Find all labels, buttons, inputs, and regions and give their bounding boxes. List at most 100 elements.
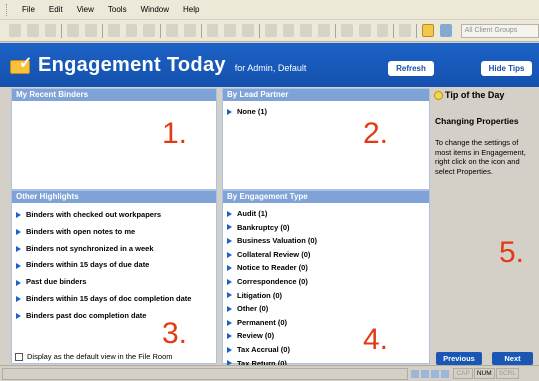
user-icon[interactable] [358,24,371,37]
engagement-type-item[interactable]: Collateral Review (0) [227,248,429,262]
lock-icon[interactable] [376,24,389,37]
engagement-type-item[interactable]: Correspondence (0) [227,275,429,289]
highlight-item[interactable]: Binders with open notes to me [16,224,216,241]
next-tip-button[interactable]: Next [492,352,533,365]
highlight-item[interactable]: Past due binders [16,274,216,291]
arrow-right-icon [227,251,232,258]
preview-icon[interactable] [85,24,97,37]
undo-icon[interactable] [166,24,178,37]
highlight-item[interactable]: Binders within 15 days of doc completion… [16,291,216,308]
lightbulb-icon [434,90,443,100]
arrow-right-icon [227,333,232,340]
other-highlights-header: Other Highlights [12,191,216,203]
workpaper-icon[interactable] [242,24,254,37]
engagement-type-item[interactable]: Permanent (0) [227,316,429,330]
cut-icon[interactable] [107,24,120,37]
engagement-type-item[interactable]: Review (0) [227,329,429,343]
refresh-button[interactable]: Refresh [388,61,434,76]
menu-help[interactable]: Help [176,5,206,14]
default-view-checkbox[interactable]: Display as the default view in the File … [15,352,173,361]
menu-tools[interactable]: Tools [101,5,134,14]
arrow-right-icon [16,245,21,252]
arrow-right-icon [227,292,232,299]
previous-tip-button[interactable]: Previous [436,352,482,365]
tip-of-the-day-panel: Tip of the Day Changing Properties To ch… [431,88,539,365]
default-view-label: Display as the default view in the File … [27,352,173,361]
checkbox-box[interactable] [15,352,23,361]
arrow-right-icon [16,262,21,269]
menu-file[interactable]: File [15,5,42,14]
menu-window[interactable]: Window [134,5,176,14]
engagement-type-item[interactable]: Tax Accrual (0) [227,343,429,357]
engagement-folder-check-icon: ✓ [10,54,32,76]
arrow-right-icon [227,305,232,312]
annotation-number-2: 2. [363,117,389,150]
annotation-number-5: 5. [499,236,525,269]
toolbar: All Client Groups [0,20,539,42]
save-icon[interactable] [44,24,57,37]
signoff-icon[interactable] [282,24,295,37]
engagement-type-item[interactable]: Litigation (0) [227,289,429,303]
arrow-right-icon [16,313,21,320]
highlight-item[interactable]: Binders within 15 days of due date [16,257,216,274]
toolbar-separator [393,23,395,38]
engagement-type-panel: By Engagement Type Audit (1) Bankruptcy … [222,190,430,368]
redo-icon[interactable] [183,24,196,37]
lead-partner-item[interactable]: None (1) [227,105,429,119]
reference-icon[interactable] [318,24,331,37]
document-icon[interactable] [206,24,219,37]
new-icon[interactable] [9,24,21,37]
menu-bar: File Edit View Tools Window Help [0,0,539,20]
status-icon[interactable] [431,369,440,378]
arrow-right-icon [227,224,232,231]
arrow-right-icon [16,279,21,286]
copy-icon[interactable] [125,24,138,37]
highlight-item[interactable]: Binders with checked out workpapers [16,207,216,224]
hide-tips-button[interactable]: Hide Tips [481,61,532,76]
print-icon[interactable] [67,24,80,37]
highlight-item[interactable]: Binders not synchronized in a week [16,241,216,258]
annotation-number-4: 4. [363,323,389,356]
status-icons [411,369,450,378]
status-icon[interactable] [441,369,450,378]
paste-icon[interactable] [143,24,156,37]
menu-edit[interactable]: Edit [42,5,70,14]
toolbar-separator [258,23,260,38]
arrow-right-icon [16,296,21,303]
page-subtitle: for Admin, Default [234,63,307,73]
tickmark-icon[interactable] [264,24,277,37]
file-room-icon[interactable] [439,24,452,37]
engagement-type-item[interactable]: Bankruptcy (0) [227,221,429,235]
arrow-right-icon [16,212,21,219]
engagement-type-item[interactable]: Other (0) [227,302,429,316]
client-groups-dropdown[interactable]: All Client Groups [460,23,539,38]
arrow-right-icon [227,210,232,217]
recent-binders-panel: My Recent Binders 1. [11,88,217,190]
toolbar-separator [61,23,63,38]
engagement-type-header: By Engagement Type [223,191,429,203]
recent-binders-header: My Recent Binders [12,89,216,101]
tip-subtitle: Changing Properties [435,116,519,126]
arrow-right-icon [227,319,232,326]
binder-icon[interactable] [224,24,237,37]
filter-icon[interactable] [399,24,411,37]
status-icon[interactable] [411,369,420,378]
status-icon[interactable] [421,369,430,378]
caps-lock-indicator: CAP [453,368,473,379]
engagement-type-item[interactable]: Notice to Reader (0) [227,261,429,275]
engagement-today-icon[interactable] [421,24,434,37]
toolbar-grip[interactable] [6,3,9,16]
menu-view[interactable]: View [70,5,101,14]
open-icon[interactable] [26,24,39,37]
engagement-type-item[interactable]: Audit (1) [227,207,429,221]
arrow-right-icon [227,237,232,244]
arrow-right-icon [227,265,232,272]
engagement-type-item[interactable]: Business Valuation (0) [227,234,429,248]
toolbar-separator [335,23,336,38]
num-lock-indicator: NUM [473,368,495,379]
status-message [2,367,409,380]
lead-partner-panel: By Lead Partner None (1) 2. [222,88,430,190]
sync-icon[interactable] [340,24,353,37]
notes-icon[interactable] [300,24,313,37]
lead-partner-header: By Lead Partner [223,89,429,101]
